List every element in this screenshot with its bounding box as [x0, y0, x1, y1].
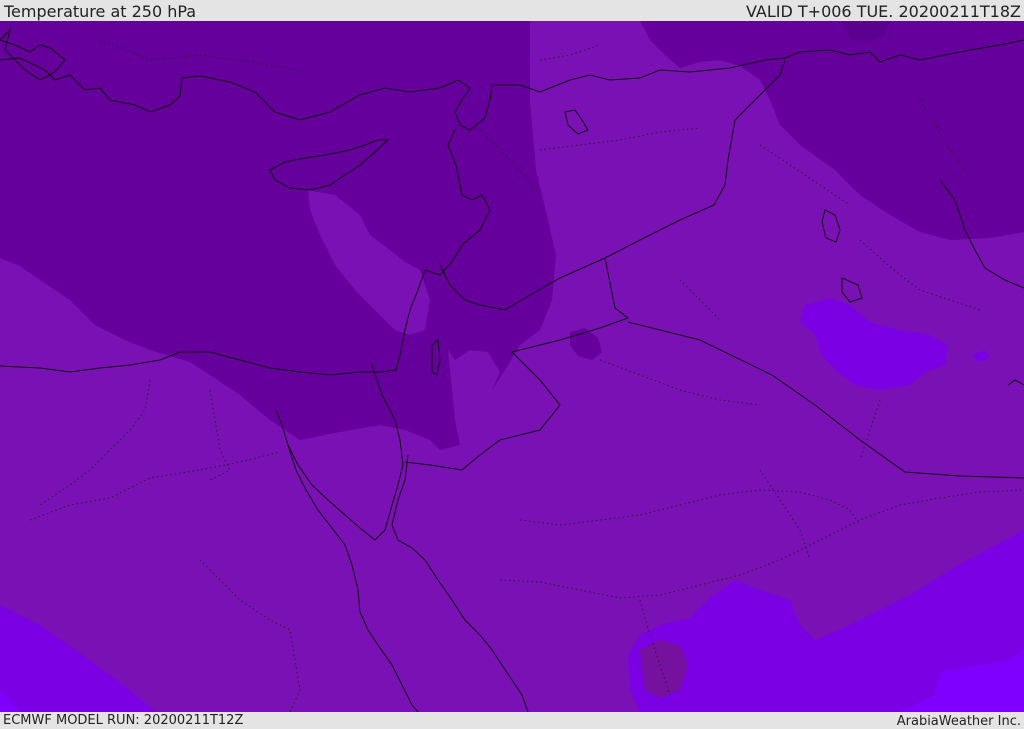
valid-time: VALID T+006 TUE. 20200211T18Z — [745, 2, 1021, 21]
map-title: Temperature at 250 hPa — [4, 2, 197, 21]
brand-label: ArabiaWeather Inc. — [896, 714, 1021, 729]
weather-map[interactable] — [0, 21, 1024, 712]
footer-bar: ECMWF MODEL RUN: 20200211T12Z ArabiaWeat… — [0, 712, 1024, 729]
header-bar: Temperature at 250 hPa VALID T+006 TUE. … — [0, 0, 1024, 21]
model-run-label: ECMWF MODEL RUN: 20200211T12Z — [3, 713, 244, 728]
